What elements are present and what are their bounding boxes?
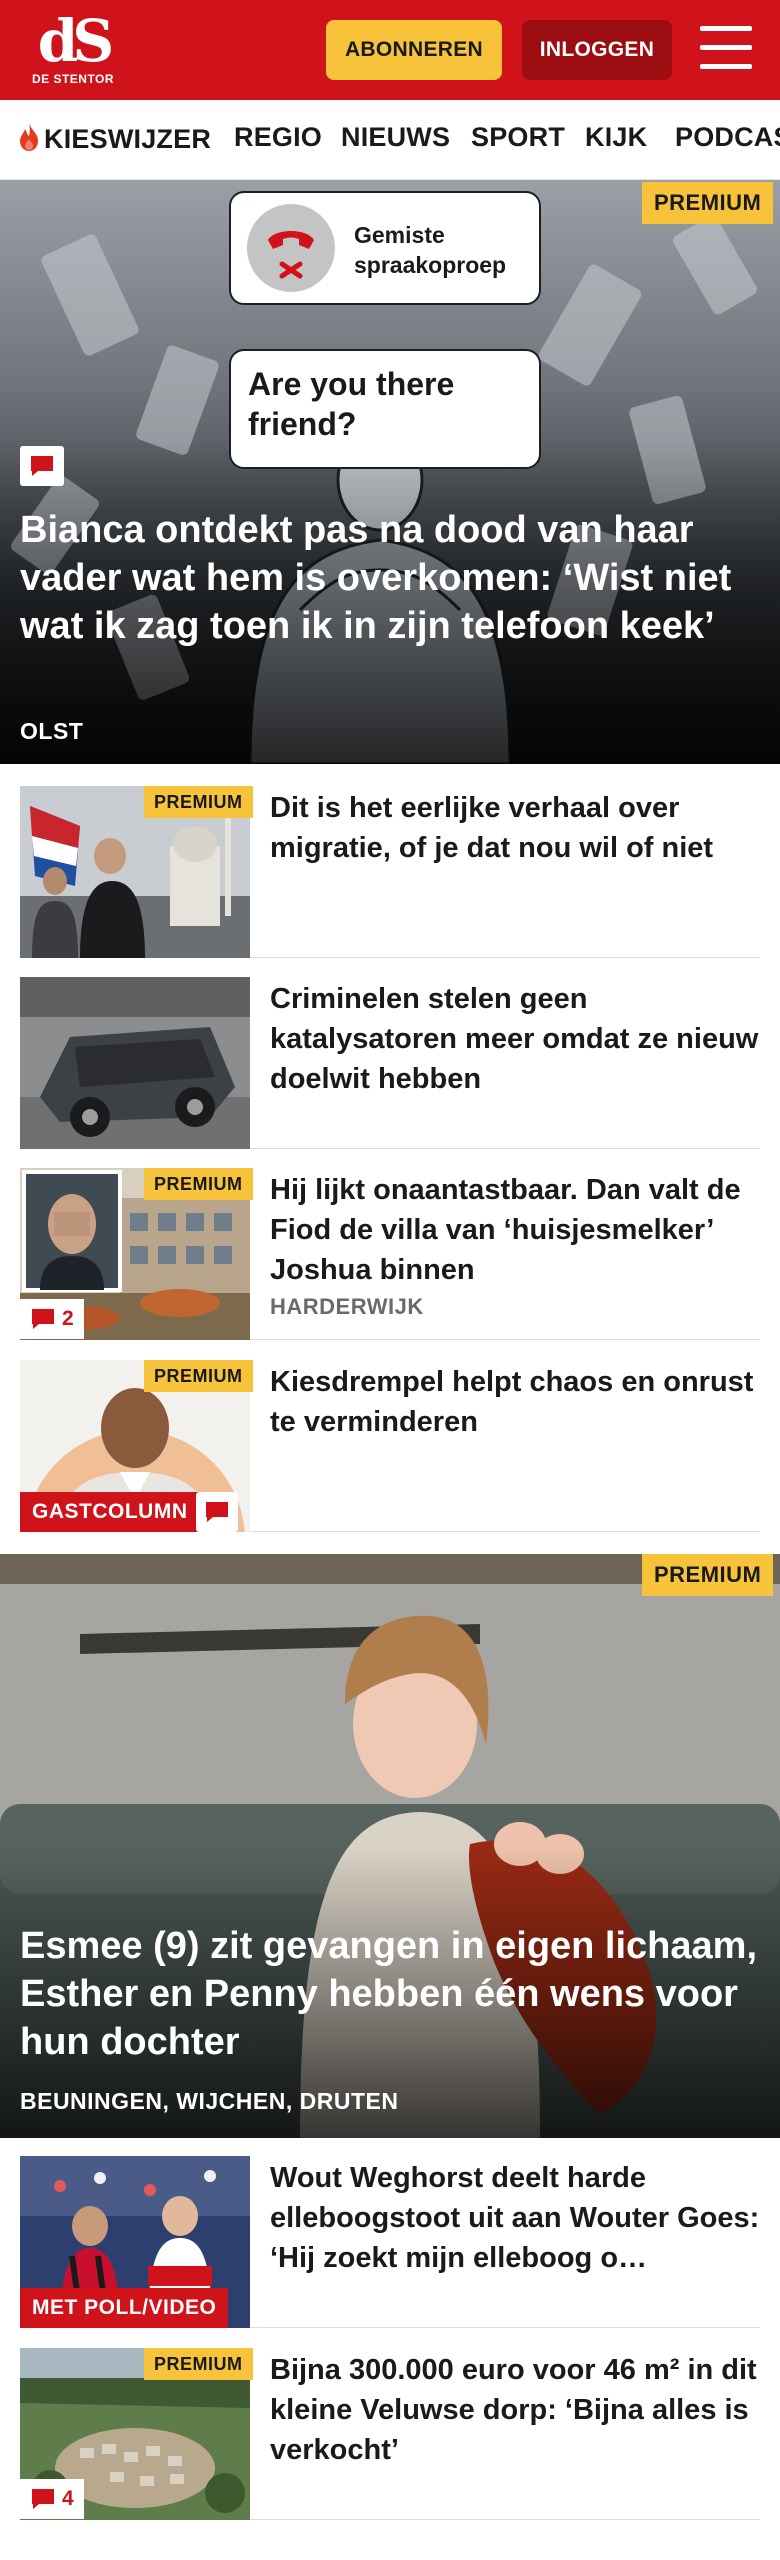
article-location: HARDERWIJK bbox=[270, 1294, 424, 1319]
list-item[interactable]: PREMIUM GASTCOLUMN Kiesdrempel helpt cha… bbox=[20, 1360, 760, 1532]
logo-mark: dS bbox=[37, 7, 114, 75]
nav-item-regio[interactable]: REGIO bbox=[234, 122, 322, 153]
hero-location: OLST bbox=[20, 718, 84, 744]
login-button[interactable]: INLOGGEN bbox=[522, 20, 672, 80]
nav-item-sport[interactable]: SPORT bbox=[471, 122, 565, 153]
top-bar: dS DE STENTOR ABONNEREN INLOGGEN bbox=[0, 0, 780, 100]
comment-icon bbox=[32, 2489, 54, 2509]
article-title[interactable]: Kiesdrempel helpt chaos en onrust te ver… bbox=[270, 1362, 760, 1442]
hero-article-esmee[interactable]: PREMIUM Esmee (9) zit gevangen in eigen … bbox=[0, 1554, 780, 2138]
nav-item-podcast[interactable]: PODCAST bbox=[675, 122, 780, 153]
article-title[interactable]: Hij lijkt onaantastbaar. Dan valt de Fio… bbox=[270, 1170, 760, 1290]
premium-badge: PREMIUM bbox=[144, 1168, 253, 1200]
hero-title[interactable]: Esmee (9) zit gevangen in eigen lichaam,… bbox=[20, 1922, 760, 2066]
list-item[interactable]: PREMIUM 2 Hij lijkt onaantastbaar. Dan v… bbox=[20, 1168, 760, 1340]
list-item[interactable]: Criminelen stelen geen katalysatoren mee… bbox=[20, 977, 760, 1149]
article-thumbnail bbox=[20, 977, 250, 1149]
comment-icon[interactable] bbox=[196, 1492, 238, 1532]
poll-video-label: MET POLL/VIDEO bbox=[20, 2288, 229, 2328]
nav-item-kieswijzer[interactable]: KIESWIJZER bbox=[16, 122, 211, 155]
premium-badge: PREMIUM bbox=[144, 2348, 253, 2380]
hero-location: BEUNINGEN, WIJCHEN, DRUTEN bbox=[20, 2088, 399, 2114]
comment-count-value: 4 bbox=[62, 2487, 74, 2510]
logo-subtitle: DE STENTOR bbox=[31, 72, 115, 86]
subscribe-button[interactable]: ABONNEREN bbox=[326, 20, 502, 80]
nav-label-kieswijzer: KIESWIJZER bbox=[44, 124, 212, 154]
comment-count[interactable]: 4 bbox=[20, 2479, 84, 2519]
list-item[interactable]: MET POLL/VIDEO Wout Weghorst deelt harde… bbox=[20, 2156, 760, 2328]
comment-count[interactable]: 2 bbox=[20, 1299, 84, 1339]
site-logo[interactable]: dS DE STENTOR bbox=[28, 12, 118, 92]
article-title[interactable]: Bijna 300.000 euro voor 46 m² in dit kle… bbox=[270, 2350, 760, 2470]
missed-call-card-text: Gemiste spraakoproep bbox=[354, 222, 507, 278]
article-title[interactable]: Criminelen stelen geen katalysatoren mee… bbox=[270, 979, 760, 1099]
menu-icon[interactable] bbox=[700, 26, 752, 70]
list-item[interactable]: PREMIUM 4 Bijna 300.000 euro voor 46 m² … bbox=[20, 2348, 760, 2520]
list-item[interactable]: PREMIUM Dit is het eerlijke verhaal over… bbox=[20, 786, 760, 958]
nav-item-nieuws[interactable]: NIEUWS bbox=[341, 122, 450, 153]
premium-badge: PREMIUM bbox=[642, 1554, 774, 1596]
gastcolumn-label: GASTCOLUMN bbox=[20, 1492, 200, 1532]
main-nav: KIESWIJZER REGIO NIEUWS SPORT KIJK PODCA… bbox=[0, 100, 780, 180]
article-title[interactable]: Dit is het eerlijke verhaal over migrati… bbox=[270, 788, 760, 868]
comment-icon[interactable] bbox=[20, 446, 64, 486]
comment-count-value: 2 bbox=[62, 1307, 74, 1330]
nav-item-kijk[interactable]: KIJK bbox=[585, 122, 647, 153]
comment-icon bbox=[32, 1309, 54, 1329]
hero-title[interactable]: Bianca ontdekt pas na dood van haar vade… bbox=[20, 506, 760, 650]
premium-badge: PREMIUM bbox=[144, 1360, 253, 1392]
premium-badge: PREMIUM bbox=[144, 786, 253, 818]
chat-card-text: Are you there friend? bbox=[248, 366, 455, 442]
premium-badge: PREMIUM bbox=[642, 182, 774, 224]
hero-article-bianca[interactable]: Gemiste spraakoproep Are you there frien… bbox=[0, 180, 780, 764]
flame-icon bbox=[20, 123, 38, 151]
article-title[interactable]: Wout Weghorst deelt harde elleboogstoot … bbox=[270, 2158, 760, 2278]
